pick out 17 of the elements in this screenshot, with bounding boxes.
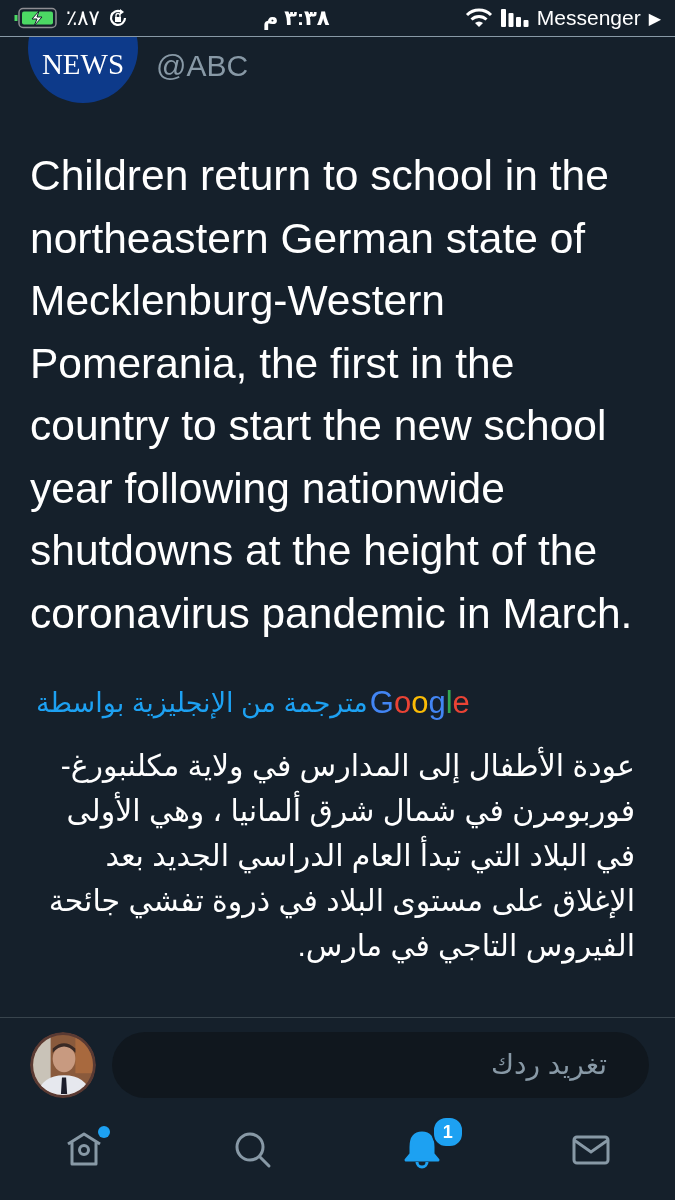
account-avatar[interactable]: NEWS [28, 37, 138, 103]
google-logo: Google [369, 685, 470, 721]
tweet-text: Children return to school in the northeastern German state of Mecklenburg-Western Pomerania, the first in the country to start the new school year following nationwide shutdowns at the height of the coronavirus pandemic in March. [30, 151, 634, 639]
back-to-app-link[interactable]: Messenger [536, 6, 641, 30]
signal-icon [500, 9, 529, 27]
clock-time: ٣:٣٨ م [262, 6, 330, 30]
translated-text: عودة الأطفال إلى المدارس في ولاية مكلنبورغ- فوربومرن في شمال شرق ألمانيا ، وهي الأولى في البلاد التي تبدأ العام الدراسي الجديد بعد الإغلاق على مستوى البلاد في ذروة تفشي جائحة الفيروس التاجي في مارس. [30, 743, 635, 968]
notification-count: 1 [431, 1116, 464, 1148]
avatar-logo-text: NEWS [41, 48, 125, 81]
back-arrow[interactable]: ▶ [648, 8, 661, 28]
wifi-icon [464, 8, 493, 28]
rotation-lock-icon [107, 8, 128, 28]
reply-field[interactable]: تغريد ردك [112, 1032, 649, 1098]
battery-icon [12, 7, 58, 29]
battery-percentage: ٪٨٧ [66, 6, 100, 30]
translation-label[interactable]: مترجمة من الإنجليزية بواسطة [36, 687, 368, 719]
account-handle[interactable]: @ABC [156, 49, 249, 83]
